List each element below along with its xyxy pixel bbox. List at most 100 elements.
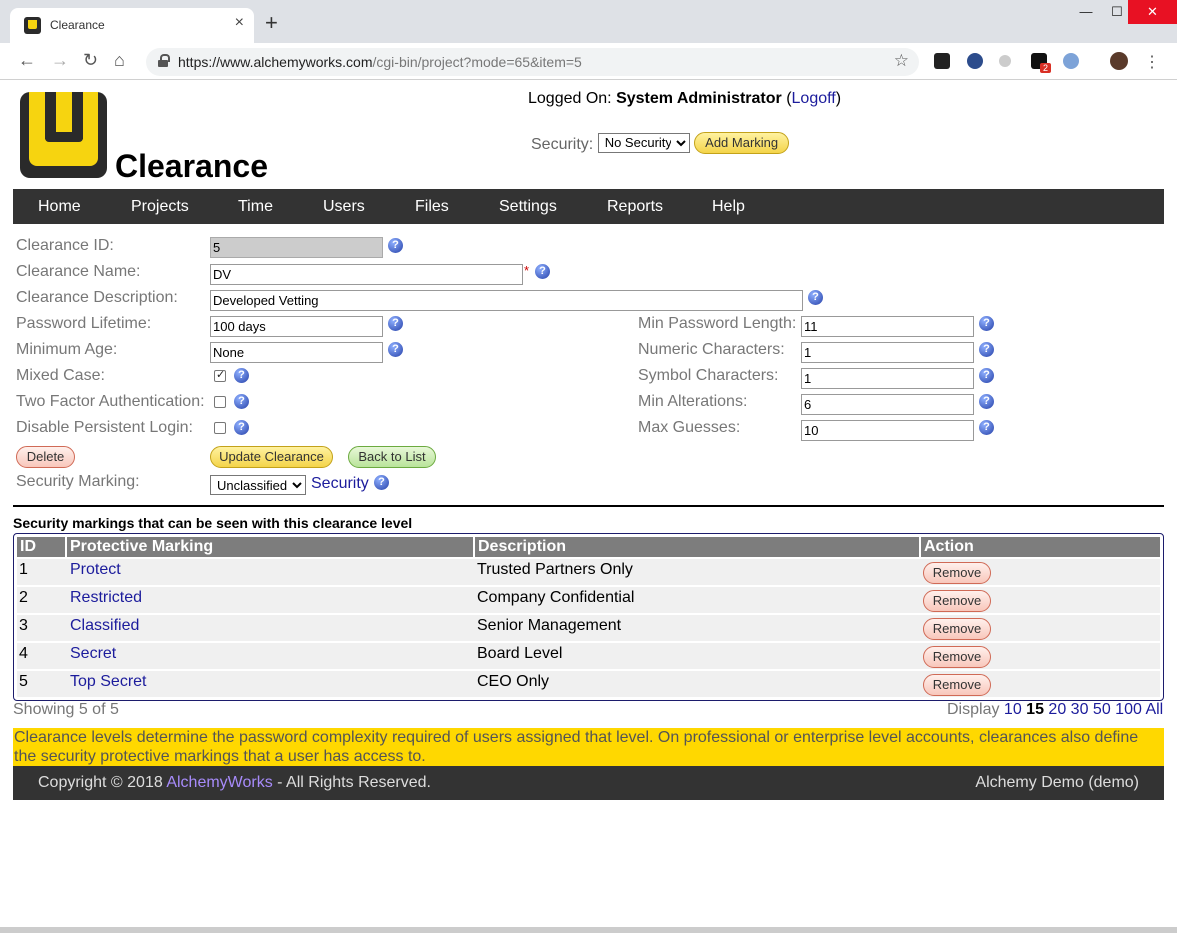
help-icon[interactable]: ? bbox=[979, 394, 994, 409]
help-icon[interactable]: ? bbox=[979, 420, 994, 435]
row-description: Board Level bbox=[477, 645, 563, 662]
marking-link[interactable]: Protect bbox=[70, 561, 121, 579]
row-description: Senior Management bbox=[477, 617, 622, 634]
browser-menu-icon[interactable]: ⋮ bbox=[1144, 52, 1160, 72]
help-icon[interactable]: ? bbox=[234, 420, 249, 435]
reload-icon[interactable]: ↻ bbox=[83, 51, 98, 69]
markings-section-title: Security markings that can be seen with … bbox=[13, 515, 413, 531]
alchemyworks-link[interactable]: AlchemyWorks bbox=[166, 774, 272, 791]
help-icon[interactable]: ? bbox=[979, 368, 994, 383]
address-bar[interactable]: https://www.alchemyworks.com/cgi-bin/pro… bbox=[146, 48, 919, 76]
column-header-description: Description bbox=[475, 537, 919, 557]
forward-arrow-icon[interactable]: → bbox=[51, 51, 69, 69]
menu-projects[interactable]: Projects bbox=[131, 198, 189, 216]
clearance-description-field[interactable] bbox=[210, 290, 803, 311]
min-password-length-field[interactable] bbox=[801, 316, 974, 337]
help-icon[interactable]: ? bbox=[388, 238, 403, 253]
menu-settings[interactable]: Settings bbox=[499, 198, 557, 216]
clearance-description-label: Clearance Description: bbox=[16, 289, 178, 306]
row-id: 1 bbox=[19, 561, 28, 578]
min-alterations-field[interactable] bbox=[801, 394, 974, 415]
remove-button[interactable]: Remove bbox=[923, 674, 991, 696]
url-text: https://www.alchemyworks.com/cgi-bin/pro… bbox=[178, 54, 582, 70]
back-arrow-icon[interactable]: ← bbox=[18, 51, 36, 69]
row-id: 2 bbox=[19, 589, 28, 606]
clearance-name-field[interactable] bbox=[210, 264, 523, 285]
page-size-all[interactable]: All bbox=[1145, 701, 1163, 718]
security-link[interactable]: Security bbox=[311, 475, 369, 493]
header-security-select[interactable]: No Security bbox=[597, 132, 690, 153]
column-header-action: Action bbox=[921, 537, 1160, 557]
remove-button[interactable]: Remove bbox=[923, 646, 991, 668]
clearance-id-field bbox=[210, 237, 383, 258]
help-icon[interactable]: ? bbox=[979, 316, 994, 331]
help-icon[interactable]: ? bbox=[388, 342, 403, 357]
back-to-list-button[interactable]: Back to List bbox=[348, 446, 436, 468]
tab-close-icon[interactable]: × bbox=[235, 15, 244, 31]
page-size-10[interactable]: 10 bbox=[1004, 701, 1022, 718]
marking-link[interactable]: Secret bbox=[70, 645, 116, 663]
min-alterations-label: Min Alterations: bbox=[638, 393, 748, 410]
browser-tab[interactable]: Clearance × bbox=[10, 8, 254, 43]
row-description: CEO Only bbox=[477, 673, 550, 690]
numeric-characters-field[interactable] bbox=[801, 342, 974, 363]
menu-users[interactable]: Users bbox=[323, 198, 365, 216]
lock-icon bbox=[158, 54, 170, 67]
remove-button[interactable]: Remove bbox=[923, 562, 991, 584]
marking-link[interactable]: Classified bbox=[70, 617, 139, 635]
help-icon[interactable]: ? bbox=[374, 475, 389, 490]
home-icon[interactable]: ⌂ bbox=[114, 51, 125, 69]
row-description: Company Confidential bbox=[477, 589, 635, 606]
marking-link[interactable]: Restricted bbox=[70, 589, 142, 607]
menu-time[interactable]: Time bbox=[238, 198, 273, 216]
page-title: Clearance bbox=[115, 148, 268, 184]
page-size-20[interactable]: 20 bbox=[1048, 701, 1066, 718]
main-menu: Home Projects Time Users Files Settings … bbox=[13, 189, 1164, 224]
page-size-30[interactable]: 30 bbox=[1071, 701, 1089, 718]
add-marking-button[interactable]: Add Marking bbox=[694, 132, 790, 154]
two-factor-checkbox[interactable] bbox=[214, 396, 226, 408]
help-icon[interactable]: ? bbox=[535, 264, 550, 279]
bookmark-star-icon[interactable]: ☆ bbox=[894, 51, 909, 71]
marking-link[interactable]: Top Secret bbox=[70, 673, 146, 691]
help-icon[interactable]: ? bbox=[979, 342, 994, 357]
menu-reports[interactable]: Reports bbox=[607, 198, 663, 216]
table-row: 4 Secret Board Level Remove bbox=[17, 643, 1160, 669]
globe-icon[interactable] bbox=[1063, 53, 1079, 69]
page-size-15-selected: 15 bbox=[1026, 701, 1044, 718]
info-notice: Clearance levels determine the password … bbox=[13, 728, 1164, 766]
logoff-link[interactable]: Logoff bbox=[792, 90, 836, 107]
menu-help[interactable]: Help bbox=[712, 198, 745, 216]
extension-icon[interactable] bbox=[967, 53, 983, 69]
new-tab-button[interactable]: + bbox=[265, 12, 278, 34]
user-name: System Administrator bbox=[616, 90, 782, 107]
max-guesses-field[interactable] bbox=[801, 420, 974, 441]
window-bottom-border bbox=[0, 927, 1177, 933]
extension-badge: 2 bbox=[1040, 63, 1052, 73]
password-lifetime-field[interactable] bbox=[210, 316, 383, 337]
extension-icon[interactable] bbox=[934, 53, 950, 69]
page-size-100[interactable]: 100 bbox=[1115, 701, 1142, 718]
help-icon[interactable]: ? bbox=[388, 316, 403, 331]
delete-button[interactable]: Delete bbox=[16, 446, 75, 468]
help-icon[interactable]: ? bbox=[234, 394, 249, 409]
window-close-button[interactable]: ✕ bbox=[1128, 0, 1177, 24]
profile-avatar[interactable] bbox=[1110, 52, 1128, 70]
update-clearance-button[interactable]: Update Clearance bbox=[210, 446, 333, 468]
security-marking-select[interactable]: Unclassified bbox=[210, 475, 306, 495]
extension-icon[interactable] bbox=[999, 55, 1011, 67]
menu-home[interactable]: Home bbox=[38, 198, 81, 216]
remove-button[interactable]: Remove bbox=[923, 618, 991, 640]
minimum-age-label: Minimum Age: bbox=[16, 341, 118, 358]
page-size-50[interactable]: 50 bbox=[1093, 701, 1111, 718]
numeric-characters-label: Numeric Characters: bbox=[638, 341, 785, 358]
help-icon[interactable]: ? bbox=[234, 368, 249, 383]
remove-button[interactable]: Remove bbox=[923, 590, 991, 612]
menu-files[interactable]: Files bbox=[415, 198, 449, 216]
table-row: 2 Restricted Company Confidential Remove bbox=[17, 587, 1160, 613]
disable-persistent-login-checkbox[interactable] bbox=[214, 422, 226, 434]
minimum-age-field[interactable] bbox=[210, 342, 383, 363]
help-icon[interactable]: ? bbox=[808, 290, 823, 305]
symbol-characters-field[interactable] bbox=[801, 368, 974, 389]
mixed-case-checkbox[interactable] bbox=[214, 368, 226, 382]
